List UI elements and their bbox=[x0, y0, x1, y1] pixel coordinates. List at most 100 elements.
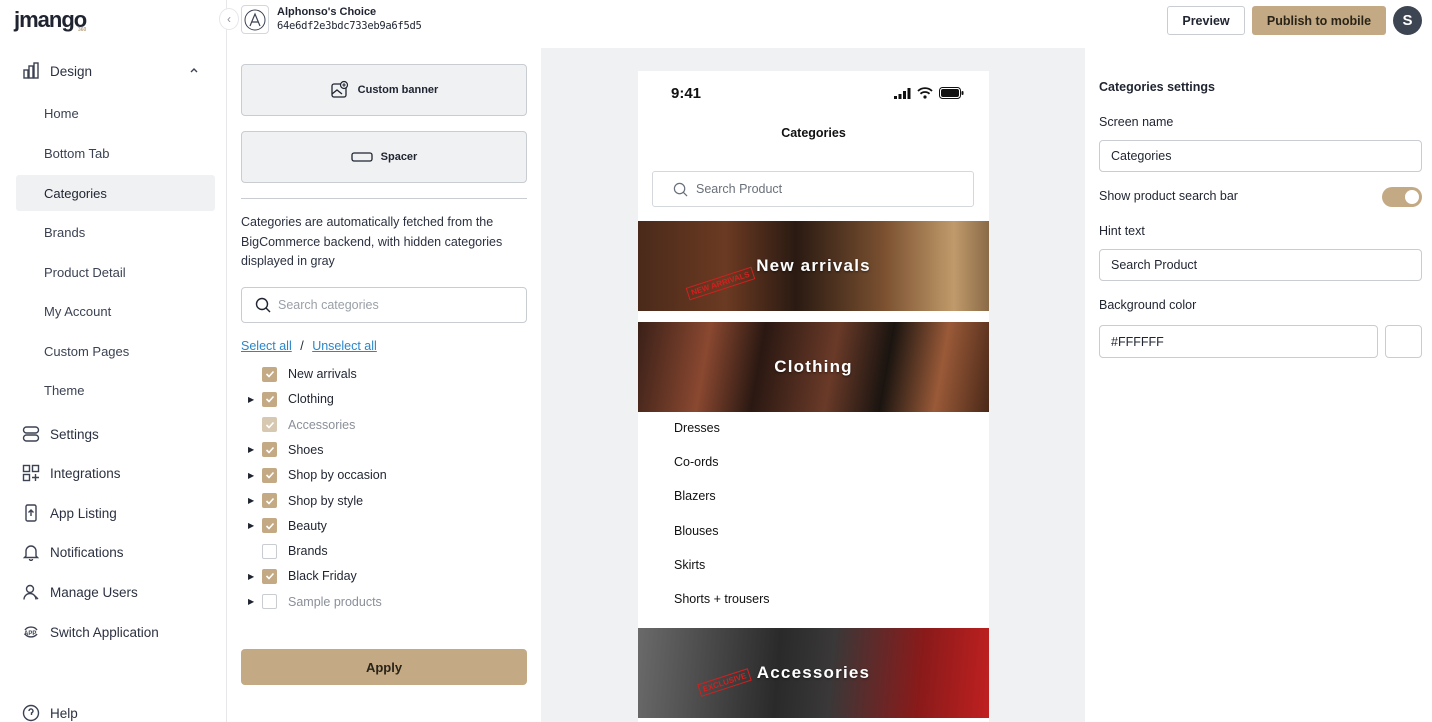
nav-notifications[interactable]: Notifications bbox=[22, 541, 124, 563]
category-checkbox[interactable] bbox=[262, 467, 277, 483]
category-checkbox[interactable] bbox=[262, 366, 277, 382]
category-row[interactable]: ▶ Clothing bbox=[248, 389, 334, 409]
background-color-label: Background color bbox=[1099, 298, 1197, 312]
sidebar-item-categories[interactable]: Categories bbox=[16, 175, 215, 211]
nav-help[interactable]: Help bbox=[22, 702, 78, 722]
banner-accessories[interactable]: EXCLUSIVE Accessories bbox=[638, 628, 989, 718]
category-checkbox[interactable] bbox=[262, 594, 277, 610]
screen-name-input[interactable]: Categories bbox=[1099, 140, 1422, 172]
check-icon bbox=[265, 522, 274, 530]
spacer-card[interactable]: Spacer bbox=[241, 131, 527, 183]
expand-caret-icon[interactable]: ▶ bbox=[248, 496, 262, 505]
expand-caret-icon[interactable]: ▶ bbox=[248, 395, 262, 404]
search-bar-toggle[interactable] bbox=[1382, 187, 1422, 207]
sidebar: jmango 360 Design Home Bottom Tab Categor… bbox=[0, 0, 227, 722]
nav-integrations[interactable]: Integrations bbox=[22, 462, 121, 484]
sidebar-item-custom-pages[interactable]: Custom Pages bbox=[16, 333, 215, 369]
category-label: Sample products bbox=[288, 594, 382, 609]
category-checkbox[interactable] bbox=[262, 442, 277, 458]
settings-title: Categories settings bbox=[1099, 80, 1216, 94]
category-row[interactable]: ▶ Shoes bbox=[248, 440, 323, 460]
expand-caret-icon[interactable]: ▶ bbox=[248, 471, 262, 480]
check-icon bbox=[265, 421, 274, 429]
category-row[interactable]: ▶ Black Friday bbox=[248, 566, 357, 586]
category-checkbox[interactable] bbox=[262, 543, 277, 559]
select-all-link[interactable]: Select all bbox=[241, 339, 292, 353]
expand-caret-icon[interactable]: ▶ bbox=[248, 597, 262, 606]
category-checkbox[interactable] bbox=[262, 568, 277, 584]
preview-button[interactable]: Preview bbox=[1167, 6, 1245, 35]
sidebar-item-home[interactable]: Home bbox=[16, 95, 215, 131]
sidebar-item-label: Product Detail bbox=[44, 264, 126, 280]
nav-help-label: Help bbox=[50, 705, 78, 721]
expand-caret-icon[interactable]: ▶ bbox=[248, 445, 262, 454]
background-color-input[interactable]: #FFFFFF bbox=[1099, 325, 1378, 358]
unselect-all-link[interactable]: Unselect all bbox=[312, 339, 377, 353]
category-row[interactable]: Accessories bbox=[248, 415, 355, 435]
category-row[interactable]: ▶ Beauty bbox=[248, 516, 327, 536]
sidebar-item-brands[interactable]: Brands bbox=[16, 214, 215, 250]
divider bbox=[241, 198, 527, 199]
banner-clothing[interactable]: Clothing bbox=[638, 322, 989, 412]
wifi-icon bbox=[917, 87, 933, 99]
sidebar-item-label: Theme bbox=[44, 382, 85, 398]
apply-button[interactable]: Apply bbox=[241, 649, 527, 685]
category-checkbox[interactable] bbox=[262, 417, 277, 433]
subcategory-item[interactable]: Blazers bbox=[674, 489, 716, 503]
user-avatar[interactable]: S bbox=[1393, 6, 1422, 35]
nav-settings[interactable]: Settings bbox=[22, 423, 99, 445]
hint-text-input[interactable]: Search Product bbox=[1099, 249, 1422, 281]
category-row[interactable]: ▶ Shop by occasion bbox=[248, 465, 387, 485]
subcategory-item[interactable]: Skirts bbox=[674, 558, 705, 572]
search-bar-label: Show product search bar bbox=[1099, 189, 1238, 203]
sidebar-item-bottom-tab[interactable]: Bottom Tab bbox=[16, 135, 215, 171]
category-checkbox[interactable] bbox=[262, 518, 277, 534]
top-header: Alphonso's Choice 64e6df2e3bdc733eb9a6f5… bbox=[228, 0, 1432, 40]
category-row[interactable]: Brands bbox=[248, 541, 328, 561]
phone-search-bar[interactable]: Search Product bbox=[652, 171, 974, 207]
category-search-placeholder: Search categories bbox=[278, 298, 379, 312]
expand-caret-icon[interactable]: ▶ bbox=[248, 572, 262, 581]
app-root: jmango 360 Design Home Bottom Tab Categor… bbox=[0, 0, 1432, 722]
expand-caret-icon[interactable]: ▶ bbox=[248, 521, 262, 530]
help-circle-icon bbox=[22, 704, 40, 722]
custom-banner-card[interactable]: Custom banner bbox=[241, 64, 527, 116]
settings-panel: Categories settings Screen name Categori… bbox=[1085, 48, 1432, 722]
nav-app-listing[interactable]: App Listing bbox=[22, 502, 117, 524]
check-icon bbox=[265, 396, 274, 403]
subcategory-item[interactable]: Dresses bbox=[674, 421, 720, 435]
subcategory-item[interactable]: Shorts + trousers bbox=[674, 592, 770, 606]
sidebar-item-label: Home bbox=[44, 105, 79, 121]
category-checkbox[interactable] bbox=[262, 493, 277, 508]
background-color-swatch[interactable] bbox=[1385, 325, 1422, 358]
subcategory-item[interactable]: Co-ords bbox=[674, 455, 718, 469]
nav-manage-users[interactable]: Manage Users bbox=[22, 581, 138, 603]
banner-new-arrivals[interactable]: NEW ARRIVALS New arrivals bbox=[638, 221, 989, 311]
category-label: New arrivals bbox=[288, 367, 357, 381]
category-checkbox[interactable] bbox=[262, 391, 277, 407]
app-id: 64e6df2e3bdc733eb9a6f5d5 bbox=[277, 20, 422, 32]
category-row[interactable]: ▶ Shop by style bbox=[248, 491, 363, 511]
spacer-label: Spacer bbox=[380, 151, 418, 163]
sidebar-item-my-account[interactable]: My Account bbox=[16, 293, 215, 329]
category-label: Shop by occasion bbox=[288, 468, 387, 483]
background-color-value: #FFFFFF bbox=[1111, 334, 1164, 349]
category-row[interactable]: ▶ Sample products bbox=[248, 592, 382, 612]
bell-icon bbox=[22, 545, 40, 561]
nav-switch-application[interactable]: APP Switch Application bbox=[22, 621, 159, 643]
sidebar-item-product-detail[interactable]: Product Detail bbox=[16, 254, 215, 290]
category-row[interactable]: New arrivals bbox=[248, 364, 357, 384]
nav-design[interactable]: Design bbox=[22, 60, 92, 82]
publish-button[interactable]: Publish to mobile bbox=[1252, 6, 1386, 35]
chevron-up-icon[interactable] bbox=[189, 65, 199, 75]
jmango-logo[interactable]: jmango 360 bbox=[14, 7, 87, 33]
server-icon bbox=[22, 426, 40, 442]
category-search-input[interactable]: Search categories bbox=[241, 287, 527, 323]
subcategory-item[interactable]: Blouses bbox=[674, 524, 718, 538]
sidebar-item-label: Custom Pages bbox=[44, 343, 130, 359]
status-icons bbox=[894, 87, 964, 99]
check-icon bbox=[265, 472, 274, 479]
sidebar-item-theme[interactable]: Theme bbox=[16, 372, 215, 408]
custom-banner-label: Custom banner bbox=[357, 84, 439, 96]
phone-upload-icon bbox=[25, 504, 37, 522]
